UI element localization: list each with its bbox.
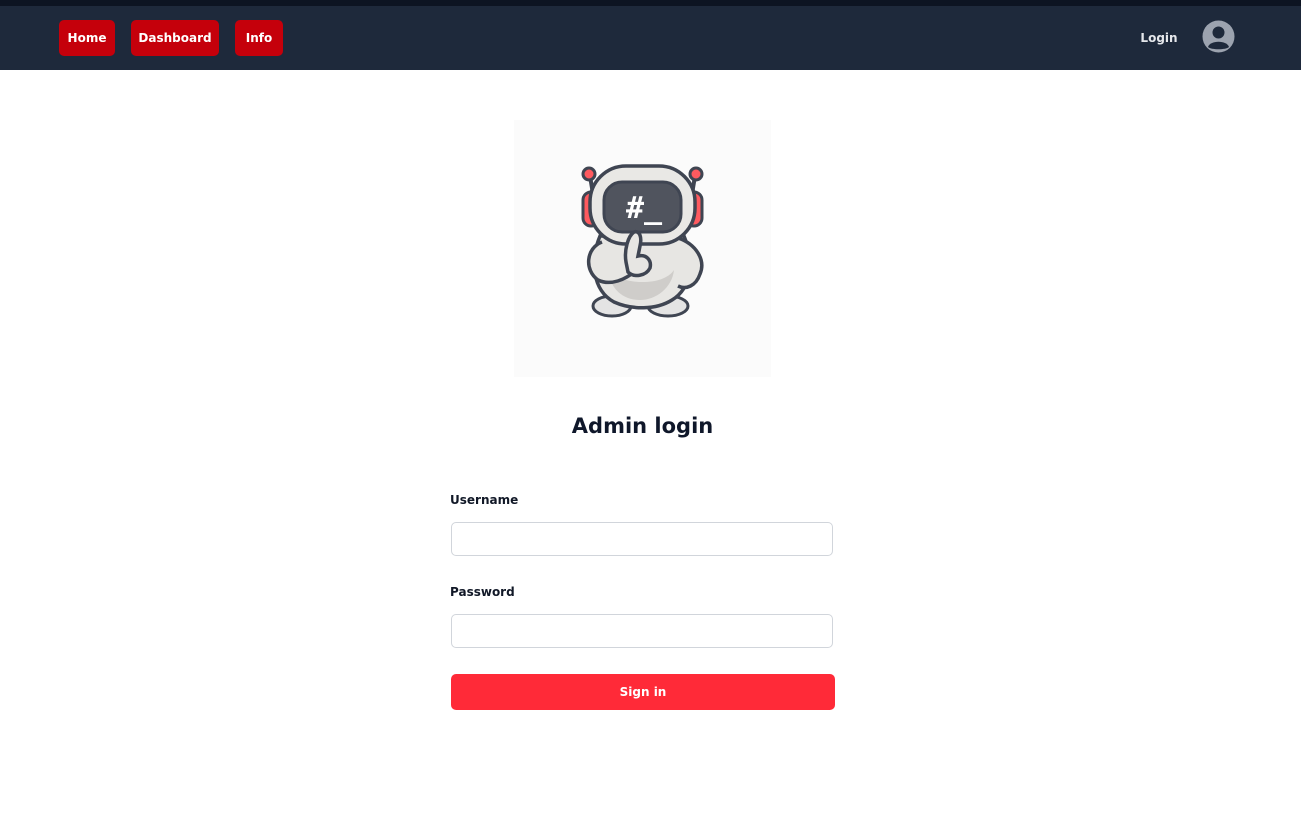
password-label: Password — [450, 585, 515, 599]
nav-login-link[interactable]: Login — [1130, 28, 1188, 48]
username-input[interactable] — [451, 522, 833, 556]
page-title: Admin login — [571, 414, 714, 438]
username-label: Username — [450, 493, 519, 507]
user-avatar-icon[interactable] — [1202, 20, 1235, 53]
password-input[interactable] — [451, 614, 833, 648]
sign-in-button[interactable]: Sign in — [451, 674, 835, 710]
nav-dashboard-button[interactable]: Dashboard — [131, 20, 219, 56]
top-navbar: Home Dashboard Info Login — [0, 6, 1301, 70]
mascot-screen-text: #_ — [626, 191, 663, 226]
nav-home-button[interactable]: Home — [59, 20, 115, 56]
mascot-image: #_ — [514, 120, 771, 377]
nav-info-button[interactable]: Info — [235, 20, 283, 56]
